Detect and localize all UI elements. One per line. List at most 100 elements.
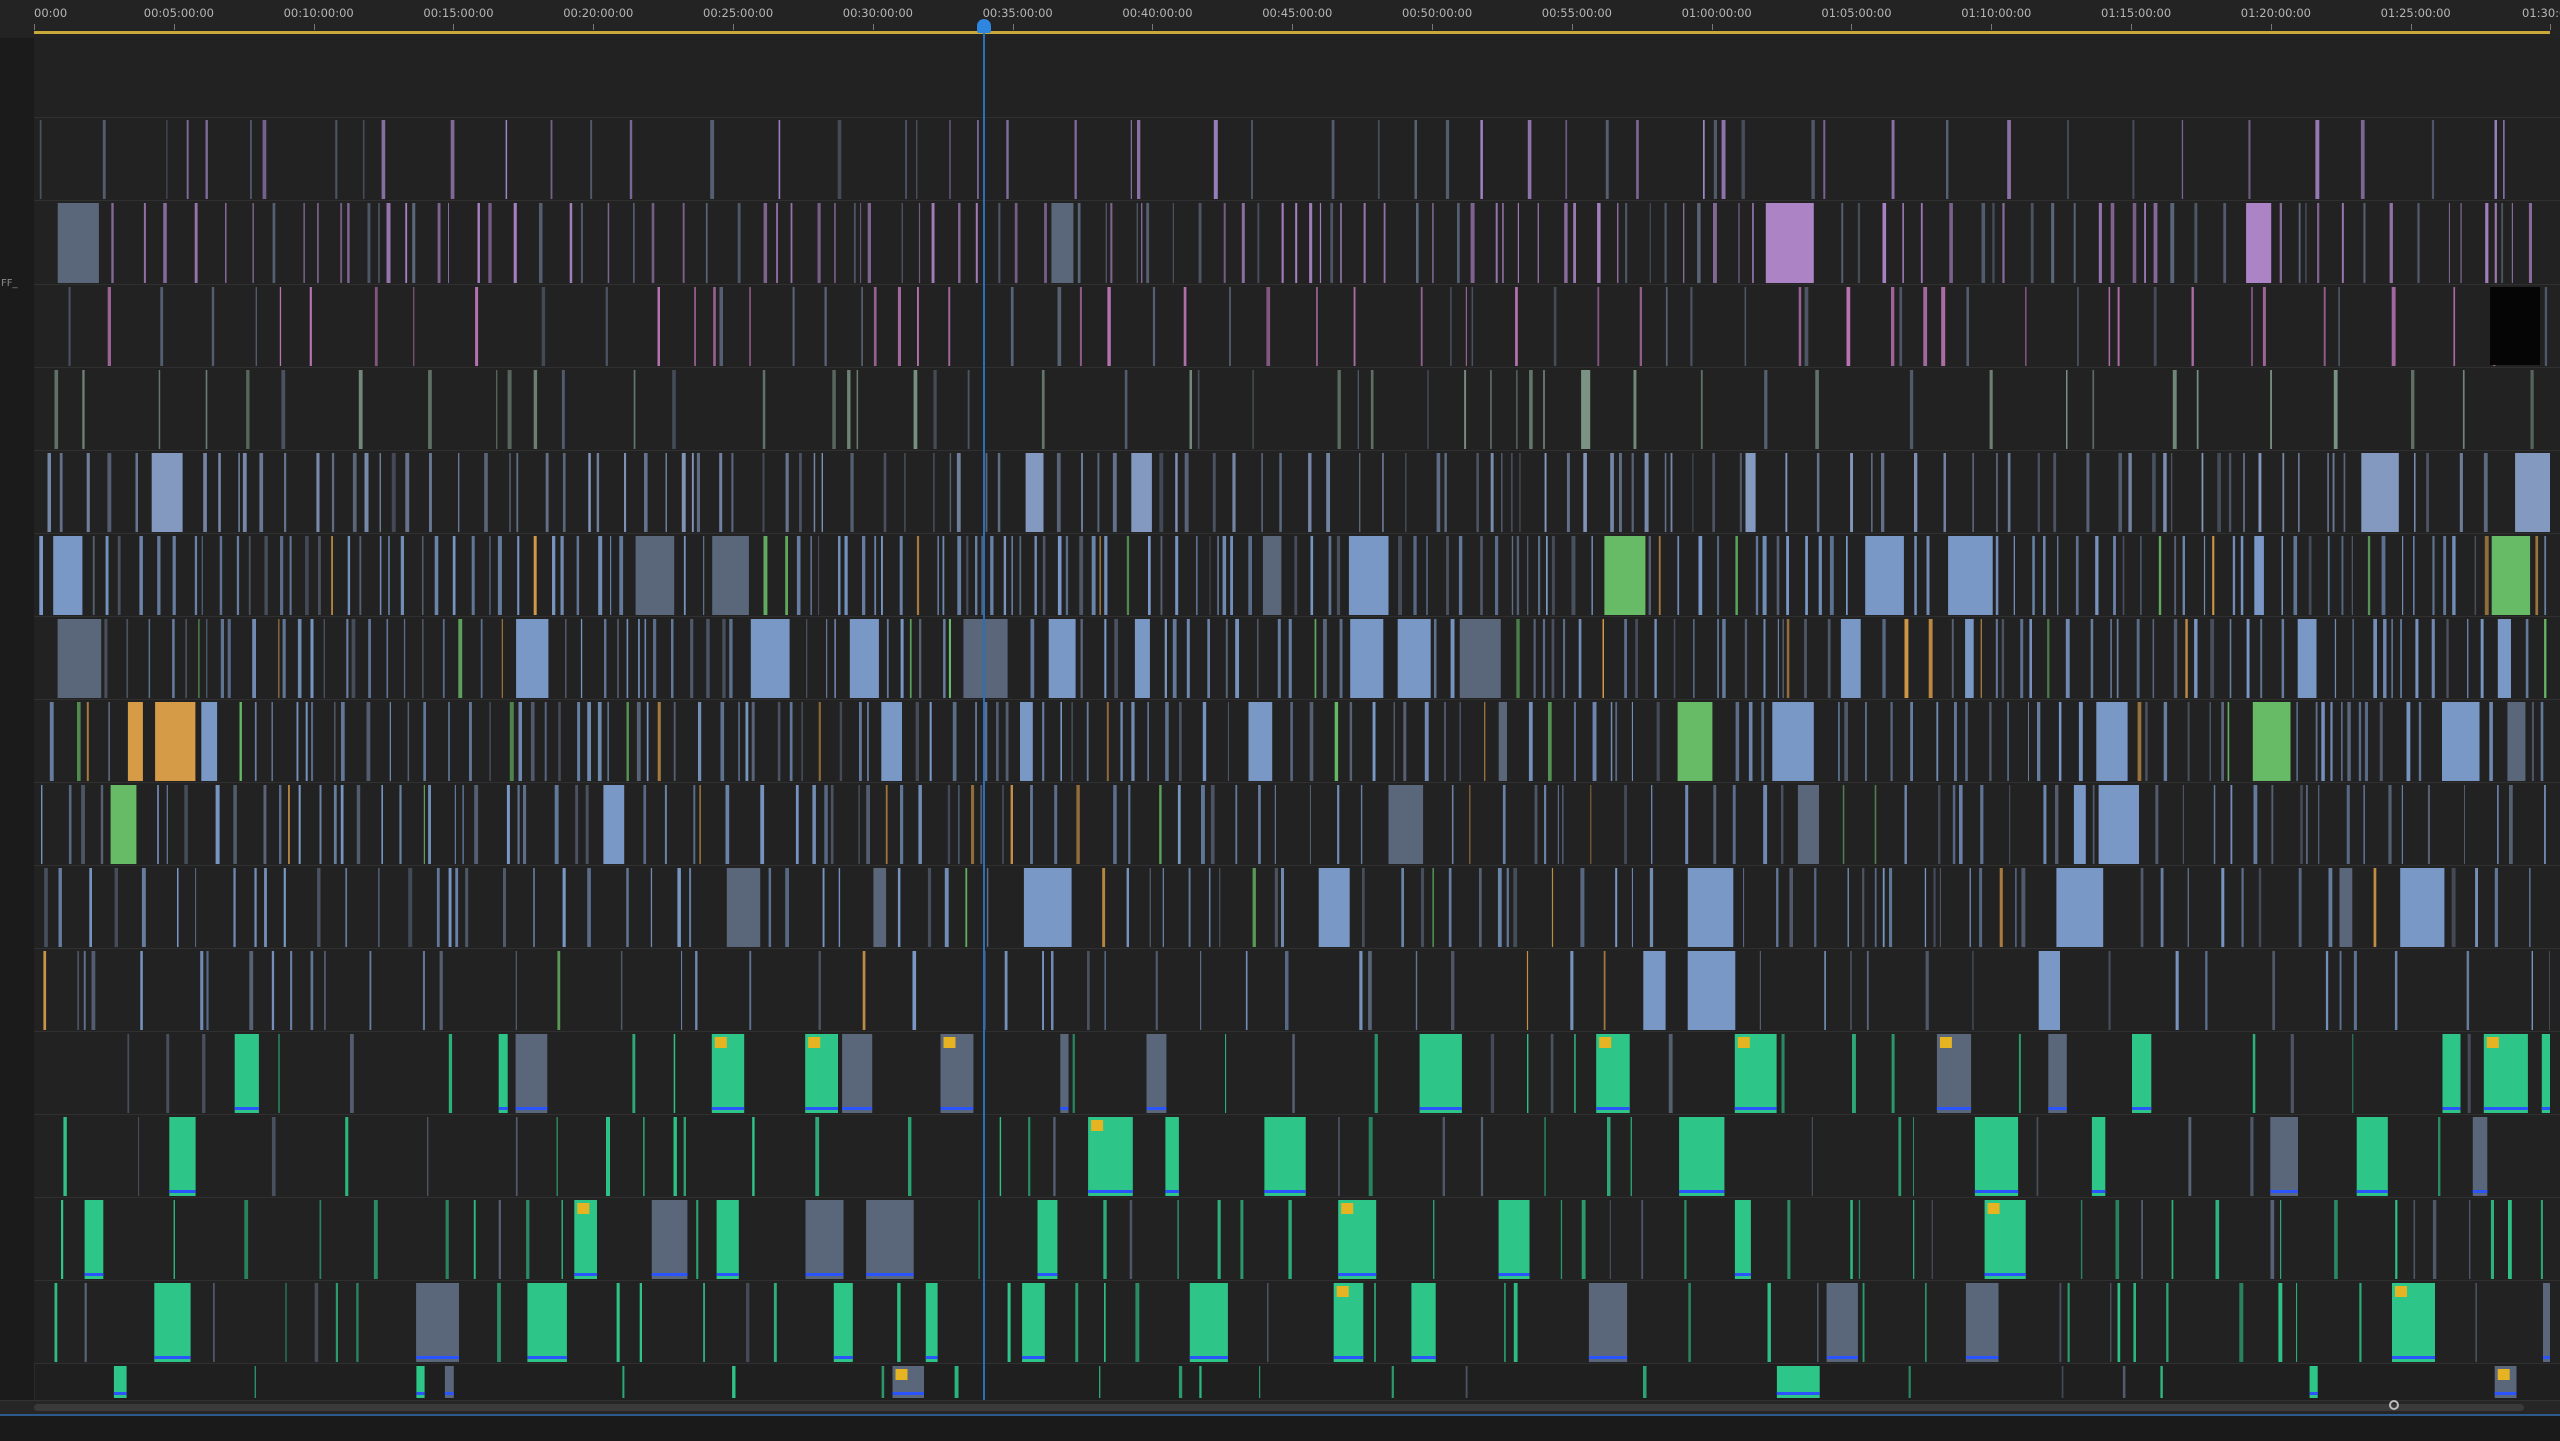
timeline-clip[interactable] <box>1767 1283 1771 1362</box>
timeline-clip[interactable] <box>1931 1200 1933 1279</box>
timeline-clip[interactable] <box>92 536 95 615</box>
timeline-clip[interactable] <box>319 1200 322 1279</box>
timeline-clip[interactable] <box>335 120 338 199</box>
timeline-clip[interactable] <box>1636 120 1639 199</box>
timeline-clip[interactable] <box>2343 453 2346 532</box>
timeline-clip[interactable] <box>1920 203 1923 283</box>
timeline-clip[interactable] <box>1028 1117 1031 1196</box>
timeline-clip[interactable] <box>1086 702 1089 781</box>
timeline-clip[interactable] <box>252 619 256 698</box>
timeline-clip[interactable] <box>2221 702 2224 781</box>
timeline-clip[interactable] <box>2282 453 2285 532</box>
timeline-clip[interactable] <box>2460 203 2462 283</box>
timeline-clip[interactable] <box>2508 1200 2512 1279</box>
timeline-clip[interactable] <box>1635 619 1638 698</box>
timeline-clip[interactable] <box>1490 1034 1495 1113</box>
timeline-clip[interactable] <box>2323 287 2326 366</box>
timeline-clip[interactable] <box>2260 619 2263 698</box>
timeline-clip[interactable] <box>607 203 610 283</box>
timeline-clip[interactable] <box>2395 1200 2398 1279</box>
timeline-clip[interactable] <box>1222 536 1227 615</box>
timeline-clip[interactable] <box>297 619 302 698</box>
timeline-clip[interactable] <box>958 785 960 864</box>
timeline-clip[interactable] <box>1217 1200 1221 1279</box>
timeline-clip[interactable] <box>1811 120 1815 199</box>
timeline-clip[interactable] <box>1210 785 1215 864</box>
timeline-clip[interactable] <box>1511 536 1514 615</box>
timeline-clip[interactable] <box>84 1283 87 1362</box>
timeline-clip[interactable] <box>1874 785 1877 864</box>
timeline-clip[interactable] <box>1337 370 1341 449</box>
timeline-clip[interactable] <box>703 1283 705 1362</box>
timeline-clip[interactable] <box>91 951 96 1030</box>
timeline-clip[interactable] <box>2432 1200 2437 1279</box>
timeline-clip[interactable] <box>596 453 600 532</box>
timeline-clip[interactable] <box>1571 536 1576 615</box>
timeline-clip[interactable] <box>1989 702 1992 781</box>
timeline-clip[interactable] <box>127 702 143 781</box>
timeline-clip[interactable] <box>1071 702 1073 781</box>
timeline-clip[interactable] <box>89 868 92 947</box>
timeline-clip[interactable] <box>1529 370 1533 449</box>
timeline-clip[interactable] <box>2413 536 2415 615</box>
timeline-clip[interactable] <box>956 453 961 532</box>
timeline-clip[interactable] <box>340 785 344 864</box>
timeline-clip[interactable] <box>673 702 676 781</box>
timeline-clip[interactable] <box>1630 1117 1632 1196</box>
timeline-clip[interactable] <box>978 1200 980 1279</box>
timeline-clip[interactable] <box>2095 536 2099 615</box>
timeline-clip[interactable] <box>1904 619 1909 698</box>
timeline-clip[interactable] <box>2110 1283 2112 1362</box>
timeline-clip[interactable] <box>39 120 42 199</box>
timeline-clip[interactable] <box>1208 868 1211 947</box>
timeline-clip[interactable] <box>2503 120 2505 199</box>
timeline-clip[interactable] <box>2230 785 2233 864</box>
timeline-clip[interactable] <box>942 536 945 615</box>
timeline-clip[interactable] <box>1850 453 1853 532</box>
timeline-clip[interactable] <box>1776 536 1780 615</box>
timeline-clip[interactable] <box>462 785 464 864</box>
timeline-clip[interactable] <box>2406 702 2411 781</box>
timeline-clip[interactable] <box>2462 370 2465 449</box>
timeline-clip[interactable] <box>1079 536 1084 615</box>
timeline-clip[interactable] <box>278 1034 280 1113</box>
timeline-clip[interactable] <box>944 868 949 947</box>
timeline-clip[interactable] <box>39 536 43 615</box>
timeline-clip[interactable] <box>264 868 267 947</box>
timeline-clip[interactable] <box>473 1200 476 1279</box>
timeline-clip[interactable] <box>1649 203 1651 283</box>
timeline-clip[interactable] <box>1817 1283 1819 1362</box>
timeline-clip[interactable] <box>706 619 710 698</box>
timeline-clip[interactable] <box>768 868 772 947</box>
timeline-clip[interactable] <box>1334 702 1339 781</box>
timeline-clip[interactable] <box>1177 785 1181 864</box>
timeline-clip[interactable] <box>220 619 224 698</box>
timeline-clip[interactable] <box>900 785 904 864</box>
timeline-clip[interactable] <box>388 536 390 615</box>
timeline-clip[interactable] <box>683 536 686 615</box>
timeline-clip[interactable] <box>752 1117 755 1196</box>
timeline-clip[interactable] <box>2540 1200 2543 1279</box>
timeline-clip[interactable] <box>1414 120 1418 199</box>
timeline-clip[interactable] <box>1337 785 1340 864</box>
timeline-clip[interactable] <box>2117 287 2120 366</box>
timeline-clip[interactable] <box>860 203 862 283</box>
timeline-clip[interactable] <box>135 453 139 532</box>
timeline-clip[interactable] <box>429 453 432 532</box>
timeline-clip[interactable] <box>1415 951 1418 1030</box>
timeline-clip[interactable] <box>1209 536 1211 615</box>
timeline-clip[interactable] <box>1147 702 1149 781</box>
timeline-clip[interactable] <box>713 287 716 366</box>
timeline-clip[interactable] <box>1996 453 1998 532</box>
timeline-clip[interactable] <box>505 120 508 199</box>
timeline-clip[interactable] <box>818 702 821 781</box>
timeline-clip[interactable] <box>57 203 99 283</box>
timeline-clip[interactable] <box>2057 536 2059 615</box>
timeline-clip[interactable] <box>624 453 627 532</box>
timeline-clip[interactable] <box>916 536 920 615</box>
timeline-panel[interactable]: 00:00 00:05:00:00 00:10:00:00 00:15:00:00 00… <box>0 0 2560 1441</box>
timeline-clip[interactable] <box>379 536 382 615</box>
timeline-clip[interactable] <box>389 702 391 781</box>
timeline-clip[interactable] <box>1279 453 1282 532</box>
timeline-clip[interactable] <box>1513 1283 1518 1362</box>
